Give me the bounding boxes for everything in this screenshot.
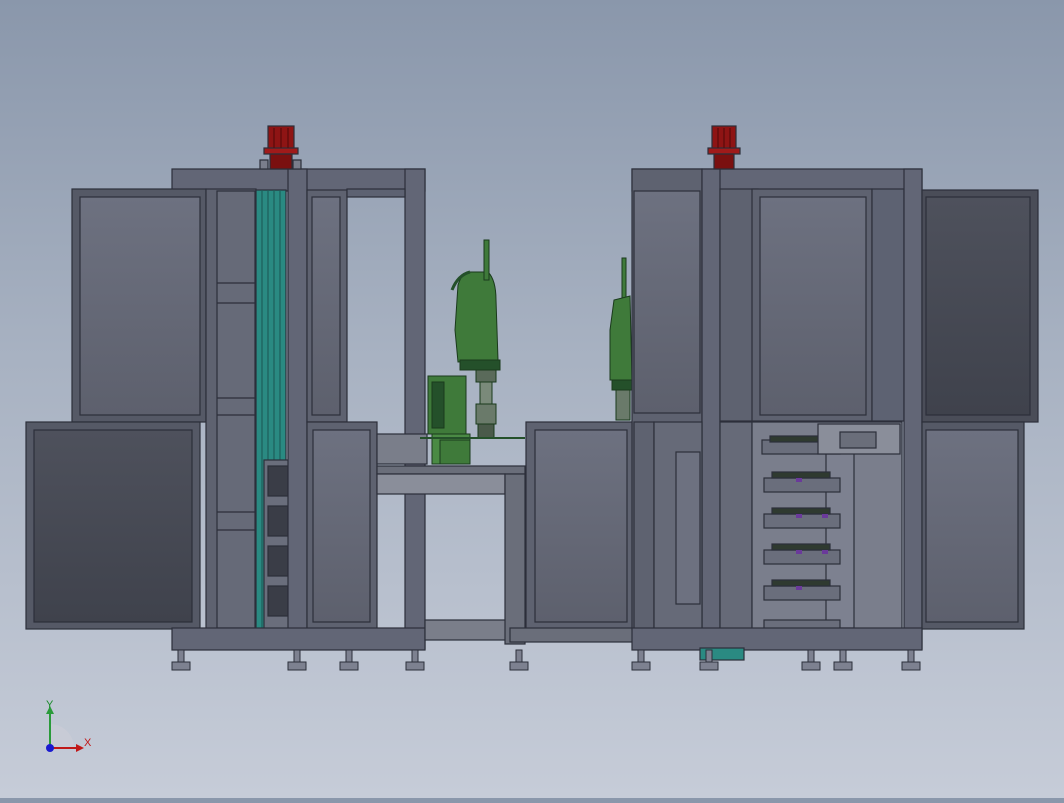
foot [833,649,853,671]
foot [339,649,359,671]
robot-arm-left [420,239,525,465]
foot [631,649,651,671]
right-base-beam [631,627,923,651]
conveyor-base-rail [424,619,511,641]
foot [287,649,307,671]
leveling-feet [171,649,921,671]
foot [509,649,529,671]
left-upper-window [79,196,201,416]
center-conveyor [376,433,526,645]
foot [901,649,921,671]
foot [405,649,425,671]
right-motor [707,125,741,170]
left-inner-panel [216,190,256,629]
left-main-post [287,168,308,650]
coordinate-axis-triad-icon: Y X [46,699,92,752]
cad-viewport[interactable]: Y X [0,0,1064,798]
left-station [25,125,426,651]
axis-y-label: Y [46,699,54,711]
center-pedestal [509,421,636,643]
left-right-post [404,168,426,650]
conveyor-top-rail [376,465,526,475]
axis-x-label: X [84,737,92,749]
right-station [631,125,1039,661]
left-lower-window [33,429,193,623]
foot [171,649,191,671]
robot-arm-right [609,257,635,421]
right-main-post [701,168,721,650]
left-base-beam [171,627,426,651]
assembly-drawing[interactable]: Y X [0,0,1064,798]
foot [801,649,821,671]
right-upper-window [759,196,867,416]
